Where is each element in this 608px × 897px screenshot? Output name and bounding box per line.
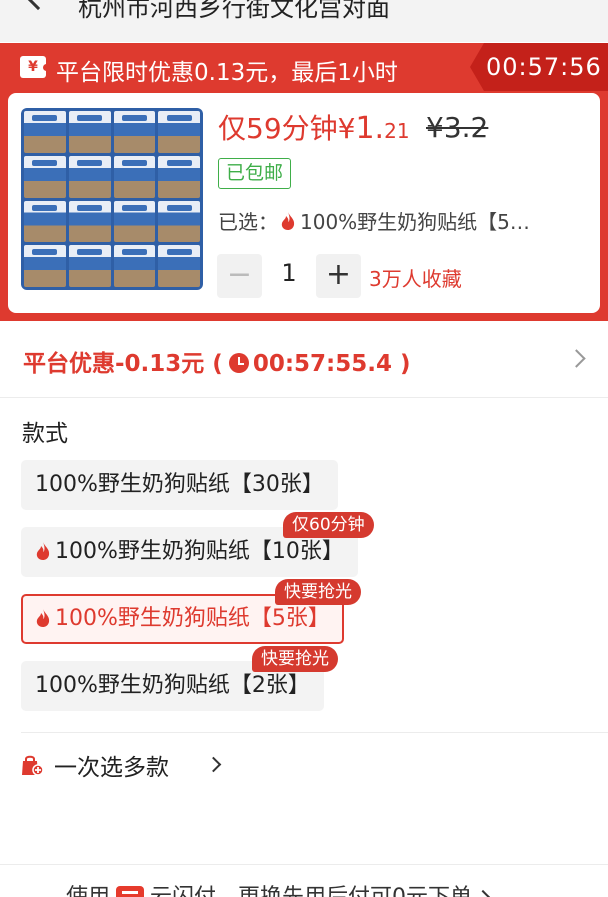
selected-variant: 已选： 100%野生奶狗贴纸【5…: [218, 206, 578, 235]
quantity-minus-button[interactable]: −: [217, 254, 262, 298]
discount-prefix: 平台优惠-0.13元 (: [23, 351, 223, 377]
selling-fast-badge: 快要抢光: [252, 646, 338, 672]
promo-banner-text: 平台限时优惠0.13元，最后1小时: [56, 60, 398, 86]
flame-icon: [36, 609, 50, 627]
payment-tip: 使用 云闪付，更换先用后付可0元下单: [66, 879, 491, 897]
chevron-right-icon: [205, 756, 222, 773]
chevron-right-icon: [567, 349, 586, 368]
payment-tip-bar[interactable]: 使用 云闪付，更换先用后付可0元下单: [0, 864, 608, 897]
product-card: 仅59分钟¥1.21 ¥3.2 已包邮 已选： 100%野生奶狗贴纸【5… − 1…: [8, 93, 600, 313]
coupon-icon: ¥: [20, 56, 50, 78]
free-shipping-tag: 已包邮: [218, 158, 292, 189]
discount-suffix: ): [391, 351, 411, 377]
payment-name: 云闪付: [150, 885, 216, 897]
style-section-title: 款式: [22, 421, 68, 447]
back-arrow-icon[interactable]: [23, 0, 53, 11]
countdown-time: 00:57:56: [486, 53, 602, 81]
price-integer: 1.: [355, 111, 385, 146]
payment-tip-prefix: 使用: [66, 885, 110, 897]
original-price: ¥3.2: [426, 111, 489, 144]
discount-timer: 00:57:55.4: [252, 351, 392, 377]
style-option-label: 100%野生奶狗贴纸【2张】: [35, 673, 310, 698]
product-image[interactable]: [21, 108, 203, 290]
delivery-address: 杭州市河西乡行街文化宫对面: [78, 0, 390, 22]
selected-value: 100%野生奶狗贴纸【5…: [300, 210, 530, 234]
quantity-value[interactable]: 1: [262, 259, 316, 287]
payment-tip-suffix: ，更换先用后付可0元下单: [216, 885, 472, 897]
limited-time-badge: 仅60分钟: [283, 512, 374, 538]
style-option-30[interactable]: 100%野生奶狗贴纸【30张】: [21, 460, 338, 510]
price-decimal: 21: [384, 119, 410, 143]
selling-fast-badge: 快要抢光: [275, 579, 361, 605]
favorites-count: 3万人收藏: [369, 267, 462, 291]
flame-icon: [36, 542, 50, 560]
platform-discount-row[interactable]: 平台优惠-0.13元 ( 00:57:55.4 ): [0, 322, 608, 398]
divider: [21, 732, 608, 733]
price-currency: ¥: [337, 112, 356, 145]
chevron-right-icon: [475, 889, 491, 897]
style-option-label: 100%野生奶狗贴纸【30张】: [35, 472, 324, 497]
selected-label: 已选：: [218, 210, 278, 234]
clock-icon: [228, 353, 249, 373]
promo-countdown: 00:57:56: [470, 43, 608, 91]
address-bar[interactable]: 杭州市河西乡行街文化宫对面: [0, 0, 608, 42]
platform-discount-text: 平台优惠-0.13元 ( 00:57:55.4 ): [23, 344, 411, 378]
flame-icon: [281, 212, 295, 230]
multi-select-label: 一次选多款: [54, 755, 169, 781]
unionpay-logo-icon: [116, 886, 145, 897]
promo-panel: ¥ 平台限时优惠0.13元，最后1小时 00:57:56 仅59分钟¥1.21 …: [0, 43, 608, 321]
current-price: 仅59分钟¥1.21: [218, 107, 410, 147]
style-option-label: 100%野生奶狗贴纸【5张】: [55, 606, 330, 631]
price-prefix: 仅59分钟: [218, 112, 338, 145]
style-option-label: 100%野生奶狗贴纸【10张】: [55, 539, 344, 564]
shopping-bag-plus-icon: [22, 755, 44, 776]
quantity-plus-button[interactable]: +: [316, 254, 361, 298]
promo-header: ¥ 平台限时优惠0.13元，最后1小时 00:57:56: [0, 43, 608, 91]
